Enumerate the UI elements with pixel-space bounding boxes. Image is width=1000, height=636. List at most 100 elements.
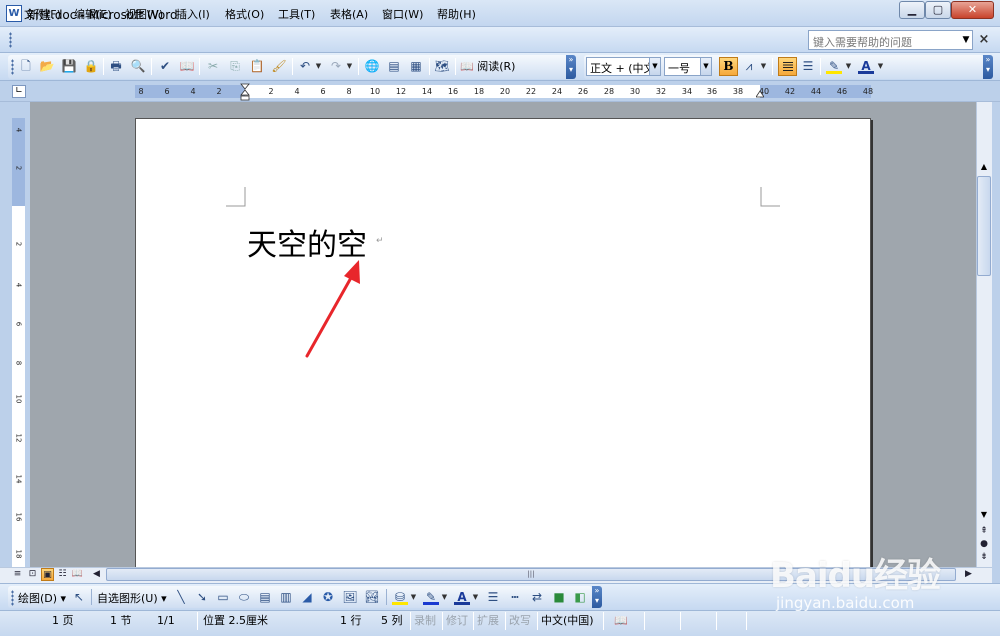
menu-edit[interactable]: 编辑(E) bbox=[72, 6, 114, 22]
status-language[interactable]: 中文(中国) bbox=[541, 613, 594, 629]
style-combo[interactable]: 正文 + (中文 bbox=[586, 57, 650, 76]
draw-menu-button[interactable]: 绘图(D) ▾ bbox=[18, 590, 66, 606]
line-color-icon[interactable]: ✎ bbox=[423, 589, 439, 605]
help-dropdown-icon[interactable]: ▼ bbox=[960, 31, 972, 49]
research-icon[interactable]: 📖 bbox=[179, 58, 195, 74]
align-justify-button[interactable] bbox=[778, 57, 797, 76]
highlight-icon[interactable]: ✎ bbox=[826, 58, 842, 74]
scroll-up-icon[interactable]: ▲ bbox=[977, 160, 991, 174]
3d-style-icon[interactable]: ◧ bbox=[572, 589, 588, 605]
print-icon[interactable]: 🖶 bbox=[108, 58, 124, 74]
font-color-icon[interactable]: A bbox=[858, 58, 874, 74]
normal-view-icon[interactable]: ≡ bbox=[11, 568, 24, 581]
spelling-status-icon[interactable]: 📖 bbox=[614, 613, 628, 629]
scroll-right-icon[interactable]: ▶ bbox=[962, 568, 975, 581]
insert-table-icon[interactable]: ▦ bbox=[408, 58, 424, 74]
menu-file[interactable]: 文件(F) bbox=[22, 6, 63, 22]
reading-view-icon[interactable]: 📖 bbox=[71, 568, 84, 581]
maximize-button[interactable]: ▢ bbox=[925, 1, 951, 19]
clip-art-icon[interactable]: 🖼 bbox=[342, 589, 358, 605]
redo-icon[interactable]: ↷ bbox=[328, 58, 344, 74]
document-page[interactable] bbox=[135, 118, 871, 568]
line-color-dropdown-icon[interactable]: ▼ bbox=[441, 589, 448, 605]
vertical-text-box-icon[interactable]: ▥ bbox=[278, 589, 294, 605]
paste-icon[interactable]: 📋 bbox=[249, 58, 265, 74]
spelling-icon[interactable]: ✔ bbox=[157, 58, 173, 74]
draw-grip-icon[interactable] bbox=[11, 590, 14, 606]
format-options-icon[interactable]: » ▾ bbox=[983, 55, 993, 79]
next-page-icon[interactable]: ⇟ bbox=[977, 551, 991, 564]
save-icon[interactable]: 💾 bbox=[61, 58, 77, 74]
dash-style-icon[interactable]: ┅ bbox=[507, 589, 523, 605]
print-layout-view-icon[interactable]: ▣ bbox=[41, 568, 54, 581]
menu-table[interactable]: 表格(A) bbox=[328, 6, 370, 22]
shadow-style-icon[interactable]: ■ bbox=[551, 589, 567, 605]
character-scaling-icon[interactable]: ⩘ bbox=[741, 58, 757, 74]
cut-icon[interactable]: ✂ bbox=[205, 58, 221, 74]
undo-icon[interactable]: ↶ bbox=[297, 58, 313, 74]
tab-selector-icon[interactable]: ∟ bbox=[12, 85, 26, 98]
read-button[interactable]: 📖 阅读(R) bbox=[460, 58, 515, 74]
arrow-style-icon[interactable]: ⇄ bbox=[529, 589, 545, 605]
permission-icon[interactable]: 🔒 bbox=[83, 58, 99, 74]
bold-button[interactable]: B bbox=[719, 57, 738, 76]
oval-tool-icon[interactable]: ⬭ bbox=[236, 589, 252, 605]
open-icon[interactable]: 📂 bbox=[39, 58, 55, 74]
autoshapes-button[interactable]: 自选图形(U) ▾ bbox=[97, 590, 167, 606]
status-overtype[interactable]: 改写 bbox=[509, 613, 531, 629]
minimize-button[interactable]: ▁ bbox=[899, 1, 925, 19]
text-box-icon[interactable]: ▤ bbox=[257, 589, 273, 605]
scroll-down-icon[interactable]: ▼ bbox=[977, 508, 991, 522]
format-painter-icon[interactable]: 🖌 bbox=[271, 58, 287, 74]
status-extend[interactable]: 扩展 bbox=[477, 613, 499, 629]
style-dropdown-icon[interactable]: ▼ bbox=[649, 57, 661, 76]
line-style-icon[interactable]: ☰ bbox=[485, 589, 501, 605]
draw-font-color-dropdown-icon[interactable]: ▼ bbox=[472, 589, 479, 605]
new-document-icon[interactable]: 🗋 bbox=[18, 58, 34, 74]
fill-color-dropdown-icon[interactable]: ▼ bbox=[410, 589, 417, 605]
close-window-button[interactable]: ✕ bbox=[951, 1, 994, 19]
draw-options-icon[interactable]: » ▾ bbox=[592, 586, 602, 608]
menu-grip-icon[interactable] bbox=[9, 32, 12, 48]
document-map-icon[interactable]: 🗺 bbox=[434, 58, 450, 74]
hyperlink-icon[interactable]: 🌐 bbox=[364, 58, 380, 74]
outline-view-icon[interactable]: ☷ bbox=[56, 568, 69, 581]
vertical-scroll-thumb[interactable] bbox=[977, 176, 991, 276]
draw-font-color-icon[interactable]: A bbox=[454, 589, 470, 605]
diagram-icon[interactable]: ✪ bbox=[320, 589, 336, 605]
menu-window[interactable]: 窗口(W) bbox=[380, 6, 425, 22]
close-document-icon[interactable]: × bbox=[977, 32, 991, 48]
menu-format[interactable]: 格式(O) bbox=[223, 6, 266, 22]
word-app-icon[interactable]: W bbox=[6, 5, 22, 22]
font-size-dropdown-icon[interactable]: ▼ bbox=[700, 57, 712, 76]
rectangle-tool-icon[interactable]: ▭ bbox=[215, 589, 231, 605]
status-record[interactable]: 录制 bbox=[414, 613, 436, 629]
menu-tools[interactable]: 工具(T) bbox=[276, 6, 317, 22]
distributed-align-icon[interactable]: ☰ bbox=[800, 58, 816, 74]
right-indent-marker-icon[interactable] bbox=[755, 88, 765, 98]
line-tool-icon[interactable]: ╲ bbox=[173, 589, 189, 605]
tables-borders-icon[interactable]: ▤ bbox=[386, 58, 402, 74]
toolbar-options-icon[interactable]: » ▾ bbox=[566, 55, 576, 79]
scroll-left-icon[interactable]: ◀ bbox=[90, 568, 103, 581]
picture-icon[interactable]: 🏞 bbox=[364, 589, 380, 605]
web-view-icon[interactable]: ⊡ bbox=[26, 568, 39, 581]
redo-dropdown-icon[interactable]: ▼ bbox=[346, 58, 353, 74]
toolbar-grip-icon[interactable] bbox=[11, 59, 14, 75]
help-search-input[interactable]: 键入需要帮助的问题 bbox=[808, 30, 973, 50]
print-preview-icon[interactable]: 🔍 bbox=[130, 58, 146, 74]
menu-view[interactable]: 视图(V) bbox=[123, 6, 165, 22]
select-objects-icon[interactable]: ↖ bbox=[71, 589, 87, 605]
status-track-changes[interactable]: 修订 bbox=[446, 613, 468, 629]
font-size-combo[interactable]: 一号 bbox=[664, 57, 702, 76]
arrow-tool-icon[interactable]: ➘ bbox=[194, 589, 210, 605]
fill-color-icon[interactable]: ⛁ bbox=[392, 589, 408, 605]
wordart-icon[interactable]: ◢ bbox=[299, 589, 315, 605]
previous-page-icon[interactable]: ⇞ bbox=[977, 525, 991, 538]
scaling-dropdown-icon[interactable]: ▼ bbox=[760, 58, 767, 74]
font-color-dropdown-icon[interactable]: ▼ bbox=[877, 58, 884, 74]
select-browse-object-icon[interactable]: ● bbox=[977, 538, 991, 551]
indent-marker-icon[interactable] bbox=[240, 83, 250, 101]
highlight-dropdown-icon[interactable]: ▼ bbox=[845, 58, 852, 74]
menu-help[interactable]: 帮助(H) bbox=[435, 6, 478, 22]
